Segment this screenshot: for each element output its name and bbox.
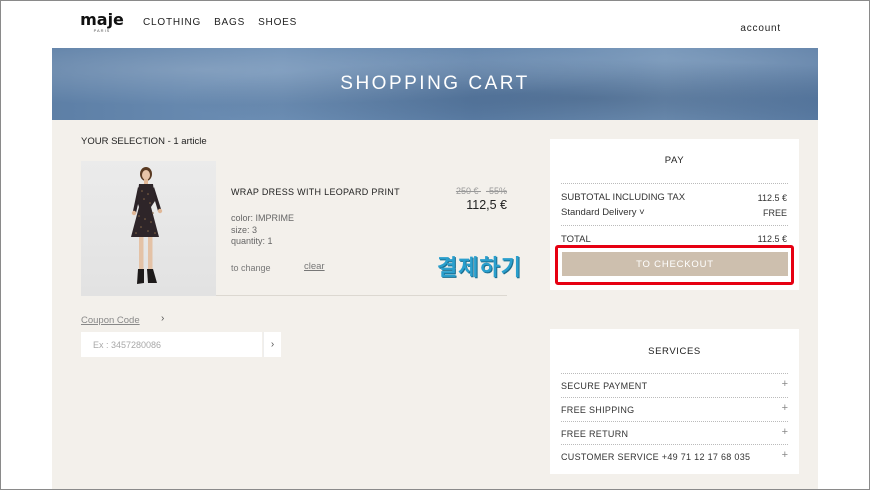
main-nav: CLOTHING BAGS SHOES <box>143 17 297 28</box>
page-title: SHOPPING CART <box>340 73 530 94</box>
service-label: CUSTOMER SERVICE +49 71 12 17 68 035 <box>561 452 751 462</box>
service-label: SECURE PAYMENT <box>561 381 648 391</box>
site-header: maje PARIS CLOTHING BAGS SHOES account <box>52 0 818 48</box>
services-panel: SERVICES SECURE PAYMENT + FREE SHIPPING … <box>550 329 799 474</box>
divider <box>561 183 788 184</box>
original-price-value: 250 € <box>455 186 479 196</box>
plus-icon[interactable]: + <box>782 426 788 438</box>
plus-icon[interactable]: + <box>782 378 788 390</box>
service-item-customer-service[interactable]: CUSTOMER SERVICE +49 71 12 17 68 035 + <box>561 444 788 467</box>
product-attributes: color: IMPRIME size: 3 quantity: 1 <box>231 213 294 248</box>
nav-bags[interactable]: BAGS <box>214 17 245 28</box>
service-item-free-return[interactable]: FREE RETURN + <box>561 421 788 444</box>
plus-icon[interactable]: + <box>782 402 788 414</box>
checkout-highlight <box>555 245 794 285</box>
coupon-code-toggle[interactable]: Coupon Code <box>81 315 140 326</box>
product-color: color: IMPRIME <box>231 213 295 223</box>
change-link[interactable]: to change <box>231 263 271 273</box>
logo-text: maje <box>80 10 124 29</box>
product-image[interactable] <box>81 161 216 296</box>
plus-icon[interactable]: + <box>782 449 788 461</box>
delivery-value: FREE <box>762 208 787 218</box>
account-link[interactable]: account <box>740 23 781 34</box>
nav-clothing[interactable]: CLOTHING <box>143 17 201 28</box>
clear-link[interactable]: clear <box>304 261 325 272</box>
total-label: TOTAL <box>561 234 591 245</box>
subtotal-value: 112.5 € <box>757 193 787 203</box>
product-name[interactable]: WRAP DRESS WITH LEOPARD PRINT <box>231 187 400 197</box>
model-figure <box>131 167 163 284</box>
checkout-annotation: 결제하기 <box>437 256 522 281</box>
page-banner: SHOPPING CART <box>52 48 818 120</box>
pay-title: PAY <box>664 155 685 166</box>
product-size: size: 3 <box>231 224 258 235</box>
selection-heading: YOUR SELECTION - 1 article <box>81 136 207 147</box>
subtotal-label: SUBTOTAL INCLUDING TAX <box>561 192 686 203</box>
original-price: 250 € -55% <box>456 186 507 196</box>
divider <box>561 225 788 226</box>
current-price: 112,5 € <box>466 198 507 212</box>
nav-shoes[interactable]: SHOES <box>258 17 297 28</box>
coupon-submit-button[interactable]: › <box>263 332 281 357</box>
product-quantity: quantity: 1 <box>231 236 273 246</box>
discount-badge: -55% <box>485 186 507 196</box>
chevron-right-icon[interactable]: › <box>161 313 164 324</box>
services-title: SERVICES <box>648 346 701 357</box>
service-item-free-shipping[interactable]: FREE SHIPPING + <box>561 397 788 420</box>
delivery-select[interactable]: Standard Delivery ˅ <box>561 207 645 218</box>
brand-logo[interactable]: maje PARIS <box>80 12 124 34</box>
total-value: 112.5 € <box>757 234 787 244</box>
service-label: FREE RETURN <box>561 429 629 439</box>
coupon-input[interactable] <box>81 332 262 357</box>
service-label: FREE SHIPPING <box>561 405 635 415</box>
service-item-secure-payment[interactable]: SECURE PAYMENT + <box>561 373 788 396</box>
